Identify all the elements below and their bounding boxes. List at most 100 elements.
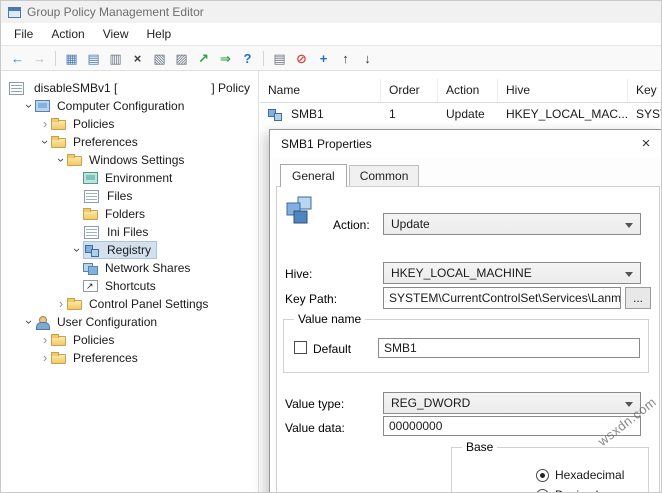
registry-item-icon — [268, 108, 283, 121]
add-icon[interactable]: + — [313, 48, 334, 68]
tree-item-preferences[interactable]: Preferences — [1, 133, 258, 151]
table-row-smb1[interactable]: SMB1 1 Update HKEY_LOCAL_MAC... SYST... — [260, 103, 661, 125]
value-type-dropdown[interactable]: REG_DWORD — [383, 392, 641, 414]
tree-item-environment[interactable]: Environment — [1, 169, 258, 187]
registry-icon — [286, 196, 312, 224]
tree-item-ini-files[interactable]: Ini Files — [1, 223, 258, 241]
user-icon — [35, 315, 50, 330]
default-checkbox[interactable] — [294, 341, 307, 354]
tree-item-policies[interactable]: Policies — [1, 115, 258, 133]
paste-icon[interactable]: ▥ — [105, 48, 126, 68]
column-header-order[interactable]: Order — [381, 79, 438, 102]
back-icon[interactable]: ← — [7, 48, 28, 68]
default-checkbox-label: Default — [313, 342, 352, 356]
row-name-cell: SMB1 — [260, 107, 381, 121]
help-icon[interactable]: ? — [237, 48, 258, 68]
chevron-down-icon[interactable] — [55, 154, 67, 166]
tab-general[interactable]: General — [280, 164, 347, 187]
dialog-tabs: General Common — [280, 164, 421, 187]
tree-item-control-panel-settings[interactable]: Control Panel Settings — [1, 295, 258, 313]
ini-files-icon — [84, 225, 99, 239]
environment-icon — [83, 172, 98, 184]
decimal-label: Decimal — [555, 488, 598, 492]
column-header-hive[interactable]: Hive — [498, 79, 628, 102]
key-path-input[interactable]: SYSTEM\CurrentControlSet\Services\Lanman… — [383, 287, 621, 309]
files-icon — [84, 189, 99, 203]
tree-item-user-configuration[interactable]: User Configuration — [1, 313, 258, 331]
menu-action[interactable]: Action — [42, 23, 93, 45]
value-type-label: Value type: — [285, 397, 345, 411]
menu-view[interactable]: View — [94, 23, 138, 45]
export-icon[interactable]: ⇒ — [215, 48, 236, 68]
chevron-right-icon[interactable] — [55, 298, 67, 310]
tree-item-computer-configuration[interactable]: Computer Configuration — [1, 97, 258, 115]
properties-icon[interactable]: ▧ — [149, 48, 170, 68]
tree-item-files[interactable]: Files — [1, 187, 258, 205]
show-console-tree-icon[interactable]: ▦ — [61, 48, 82, 68]
chevron-down-icon[interactable] — [23, 316, 35, 328]
dialog-title-bar: SMB1 Properties — [270, 130, 661, 158]
console-app-icon — [8, 6, 21, 18]
close-icon[interactable]: × — [634, 133, 658, 155]
chevron-down-icon[interactable] — [71, 244, 83, 256]
export-list-icon[interactable]: ▨ — [171, 48, 192, 68]
value-data-label: Value data: — [285, 421, 345, 435]
menu-help[interactable]: Help — [138, 23, 181, 45]
list-view-icon[interactable]: ▤ — [269, 48, 290, 68]
column-header-name[interactable]: Name — [260, 79, 381, 102]
tree-item-network-shares[interactable]: Network Shares — [1, 259, 258, 277]
hexadecimal-radio-row[interactable]: Hexadecimal — [536, 468, 624, 482]
chevron-right-icon[interactable] — [39, 334, 51, 346]
import-icon[interactable]: ↗ — [193, 48, 214, 68]
chevron-down-icon[interactable] — [23, 100, 35, 112]
menu-file[interactable]: File — [5, 23, 42, 45]
hexadecimal-radio[interactable] — [536, 468, 549, 482]
tree-item-windows-settings[interactable]: Windows Settings — [1, 151, 258, 169]
decimal-radio[interactable] — [536, 488, 549, 492]
registry-icon — [85, 244, 100, 257]
tree-item-folders[interactable]: Folders — [1, 205, 258, 223]
value-name-input[interactable]: SMB1 — [378, 338, 640, 358]
dialog-title: SMB1 Properties — [281, 137, 372, 151]
column-header-key[interactable]: Key — [628, 79, 661, 102]
selected-highlight: Registry — [83, 241, 158, 259]
browse-button[interactable]: ... — [625, 287, 651, 309]
row-action-cell: Update — [446, 107, 485, 121]
column-header-action[interactable]: Action — [438, 79, 498, 102]
action-dropdown[interactable]: Update — [383, 213, 641, 235]
toolbar-separator — [263, 50, 264, 66]
hive-dropdown[interactable]: HKEY_LOCAL_MACHINE — [383, 262, 641, 284]
value-name-group-label: Value name — [294, 312, 366, 326]
window-title: Group Policy Management Editor — [27, 5, 204, 19]
duplicate-icon[interactable]: ▤ — [83, 48, 104, 68]
base-group-label: Base — [462, 440, 498, 454]
chevron-down-icon[interactable] — [39, 136, 51, 148]
tree-item-user-preferences[interactable]: Preferences — [1, 349, 258, 367]
toolbar-separator — [55, 50, 56, 66]
computer-icon — [35, 100, 50, 112]
decimal-radio-row[interactable]: Decimal — [536, 488, 598, 492]
hexadecimal-label: Hexadecimal — [555, 468, 625, 482]
delete-icon[interactable]: × — [127, 48, 148, 68]
title-bar: Group Policy Management Editor — [1, 1, 661, 23]
chevron-right-icon[interactable] — [39, 352, 51, 364]
folder-icon — [51, 136, 66, 148]
tree-item-registry[interactable]: Registry — [1, 241, 258, 259]
move-up-icon[interactable]: ↑ — [335, 48, 356, 68]
tab-common[interactable]: Common — [348, 165, 420, 186]
disable-icon[interactable]: ⊘ — [291, 48, 312, 68]
folders-icon — [83, 208, 98, 220]
console-tree: disableSMBv1 [ ] Policy Computer Configu… — [1, 71, 259, 492]
move-down-icon[interactable]: ↓ — [357, 48, 378, 68]
value-name-group: Value name Default SMB1 — [283, 312, 649, 373]
forward-icon[interactable]: → — [29, 48, 50, 68]
row-key-cell: SYST... — [636, 107, 661, 121]
list-header: Name Order Action Hive Key — [260, 79, 661, 103]
tree-item-shortcuts[interactable]: Shortcuts — [1, 277, 258, 295]
network-shares-icon — [83, 262, 98, 275]
chevron-right-icon[interactable] — [39, 118, 51, 130]
tree-item-policy-root[interactable]: disableSMBv1 [ ] Policy — [1, 79, 258, 97]
folder-icon — [67, 298, 82, 310]
base-group: Base Hexadecimal Decimal — [451, 440, 649, 492]
tree-item-user-policies[interactable]: Policies — [1, 331, 258, 349]
